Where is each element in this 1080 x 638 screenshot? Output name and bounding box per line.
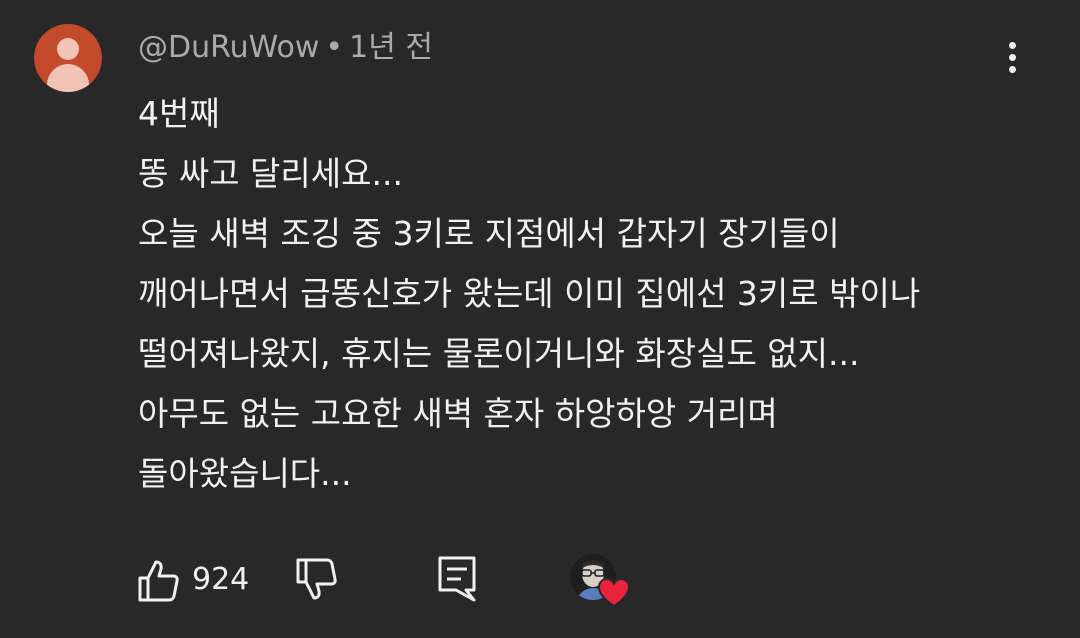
- comment-line: 4번째: [138, 94, 220, 133]
- comment-timestamp[interactable]: 1년 전: [349, 30, 433, 65]
- more-vert-icon: [1009, 42, 1016, 49]
- comment-actions: 924: [0, 548, 1080, 612]
- comment-line: 똥 싸고 달리세요...: [138, 154, 403, 193]
- author-avatar[interactable]: [34, 24, 102, 92]
- comment-line: 떨어져나왔지, 휴지는 물론이거니와 화장실도 없지...: [138, 334, 860, 373]
- more-options-button[interactable]: [1000, 38, 1026, 78]
- thumbs-up-icon: [138, 560, 179, 602]
- avatar-head: [57, 38, 79, 60]
- comment-line: 오늘 새벽 조깅 중 3키로 지점에서 갑자기 장기들이: [138, 214, 840, 253]
- like-count: 924: [192, 562, 250, 597]
- reply-button[interactable]: [434, 554, 480, 604]
- more-vert-icon-dot: [1009, 66, 1016, 73]
- thumbs-down-icon: [296, 558, 337, 600]
- meta-separator: •: [325, 30, 344, 65]
- avatar-body: [47, 64, 89, 92]
- author-name[interactable]: @DuRuWow: [138, 30, 319, 65]
- comment-line: 깨어나면서 급똥신호가 왔는데 이미 집에선 3키로 밖이나: [138, 274, 921, 313]
- comment-header: @DuRuWow • 1년 전: [138, 28, 433, 68]
- heart-icon: [598, 578, 630, 608]
- like-button[interactable]: [134, 556, 182, 604]
- comment-body: 4번째 똥 싸고 달리세요... 오늘 새벽 조깅 중 3키로 지점에서 갑자기…: [138, 84, 1058, 504]
- more-vert-icon-dot: [1009, 54, 1016, 61]
- dislike-button[interactable]: [292, 556, 340, 604]
- creator-heart-badge[interactable]: [568, 552, 634, 612]
- reply-comment-icon: [438, 556, 476, 602]
- comment-line: 돌아왔습니다...: [138, 454, 352, 493]
- comment-line: 아무도 없는 고요한 새벽 혼자 하앙하앙 거리며: [138, 394, 778, 433]
